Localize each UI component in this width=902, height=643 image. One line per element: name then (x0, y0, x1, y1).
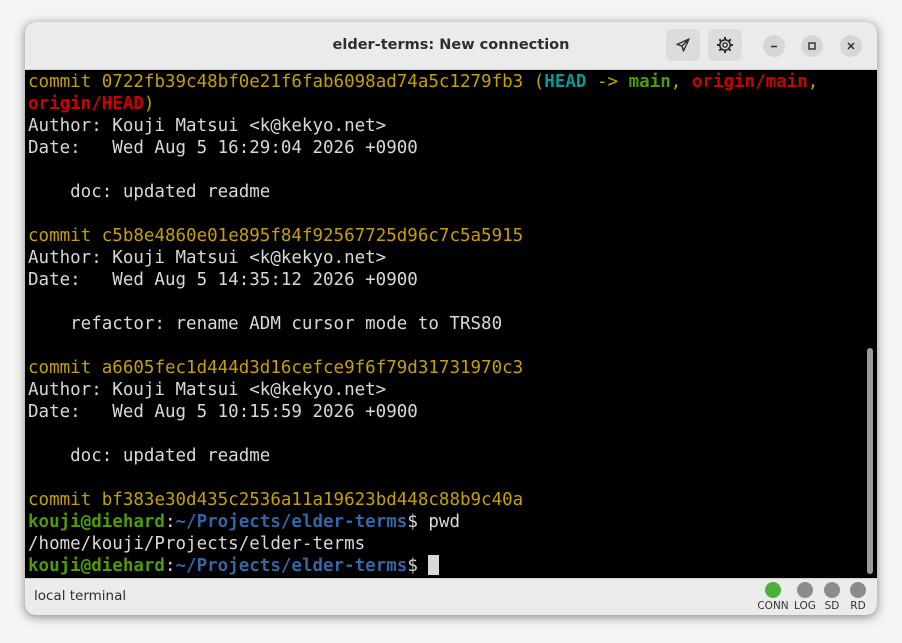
indicator-label: RD (850, 600, 866, 612)
prompt-user-host: kouji@diehard (28, 512, 165, 532)
prompt-colon: : (164, 512, 176, 532)
commit-label: commit (28, 358, 92, 378)
prompt-symbol: $ (407, 556, 418, 576)
head-ref: HEAD (544, 72, 587, 92)
commit-line-4: commit bf383e30d435c2536a11a19623bd448c8… (28, 490, 523, 510)
commit-hash: c5b8e4860e01e895f84f92567725d96c7c5a5915 (101, 226, 524, 246)
entered-command: pwd (417, 512, 461, 532)
refs-open: ( (533, 72, 545, 92)
branch-ref: main (628, 72, 671, 92)
minimize-button[interactable] (763, 35, 785, 57)
commit-line-2: commit c5b8e4860e01e895f84f92567725d96c7… (28, 226, 523, 246)
status-bar: local terminal CONN LOG SD RD (25, 578, 877, 615)
log-status-dot (797, 582, 813, 598)
scrollbar-thumb[interactable] (867, 348, 873, 574)
text-cursor (428, 555, 440, 575)
commit-author: Author: Kouji Matsui <k@kekyo.net> (28, 380, 387, 400)
ref-separator: , (807, 72, 819, 92)
commit-author: Author: Kouji Matsui <k@kekyo.net> (28, 116, 387, 136)
commit-date: Date: Wed Aug 5 10:15:59 2026 +0900 (28, 402, 418, 422)
commit-hash: 0722fb39c48bf0e21f6fab6098ad74a5c1279fb3 (101, 72, 524, 92)
prompt-path: ~/Projects/elder-terms (175, 556, 408, 576)
minimize-icon (771, 45, 777, 48)
refs-close: ) (143, 94, 155, 114)
commit-label: commit (28, 490, 92, 510)
commit-date: Date: Wed Aug 5 14:35:12 2026 +0900 (28, 270, 418, 290)
origin-head-ref: origin/HEAD (28, 94, 144, 114)
prompt-symbol: $ (407, 512, 418, 532)
send-icon (676, 38, 690, 52)
send-button[interactable] (666, 29, 700, 61)
commit-author: Author: Kouji Matsui <k@kekyo.net> (28, 248, 387, 268)
close-icon (847, 42, 855, 50)
rd-status-dot (850, 582, 866, 598)
commit-line-1: commit 0722fb39c48bf0e21f6fab6098ad74a5c… (28, 72, 544, 92)
terminal-window: elder-terms: New connection commit 0722f… (25, 22, 877, 615)
ref-arrow: -> (597, 72, 619, 92)
prompt-path: ~/Projects/elder-terms (175, 512, 408, 532)
title-bar: elder-terms: New connection (25, 22, 877, 70)
ref-separator: , (670, 72, 682, 92)
close-button[interactable] (840, 35, 862, 57)
commit-line-3: commit a6605fec1d444d3d16cefce9f6f79d317… (28, 358, 523, 378)
prompt-user-host: kouji@diehard (28, 556, 165, 576)
commit-label: commit (28, 72, 92, 92)
commit-message: refactor: rename ADM cursor mode to TRS8… (28, 314, 503, 334)
maximize-icon (808, 42, 816, 50)
settings-button[interactable] (708, 29, 742, 61)
connection-status-text: local terminal (34, 588, 127, 604)
commit-label: commit (28, 226, 92, 246)
commit-date: Date: Wed Aug 5 16:29:04 2026 +0900 (28, 138, 418, 158)
commit-message: doc: updated readme (28, 182, 271, 202)
terminal-scrollbar[interactable] (863, 70, 877, 578)
commit-hash: a6605fec1d444d3d16cefce9f6f79d31731970c3 (101, 358, 524, 378)
window-title: elder-terms: New connection (332, 37, 570, 53)
maximize-button[interactable] (801, 35, 823, 57)
conn-status-dot (765, 582, 781, 598)
prompt-colon: : (164, 556, 176, 576)
commit-hash: bf383e30d435c2536a11a19623bd448c88b9c40a (101, 490, 524, 510)
origin-main-ref: origin/main (691, 72, 808, 92)
indicator-rd: RD (838, 582, 877, 612)
commit-message: doc: updated readme (28, 446, 271, 466)
gear-icon (717, 37, 733, 53)
command-output: /home/kouji/Projects/elder-terms (28, 534, 366, 554)
terminal-output[interactable]: commit 0722fb39c48bf0e21f6fab6098ad74a5c… (25, 70, 863, 578)
